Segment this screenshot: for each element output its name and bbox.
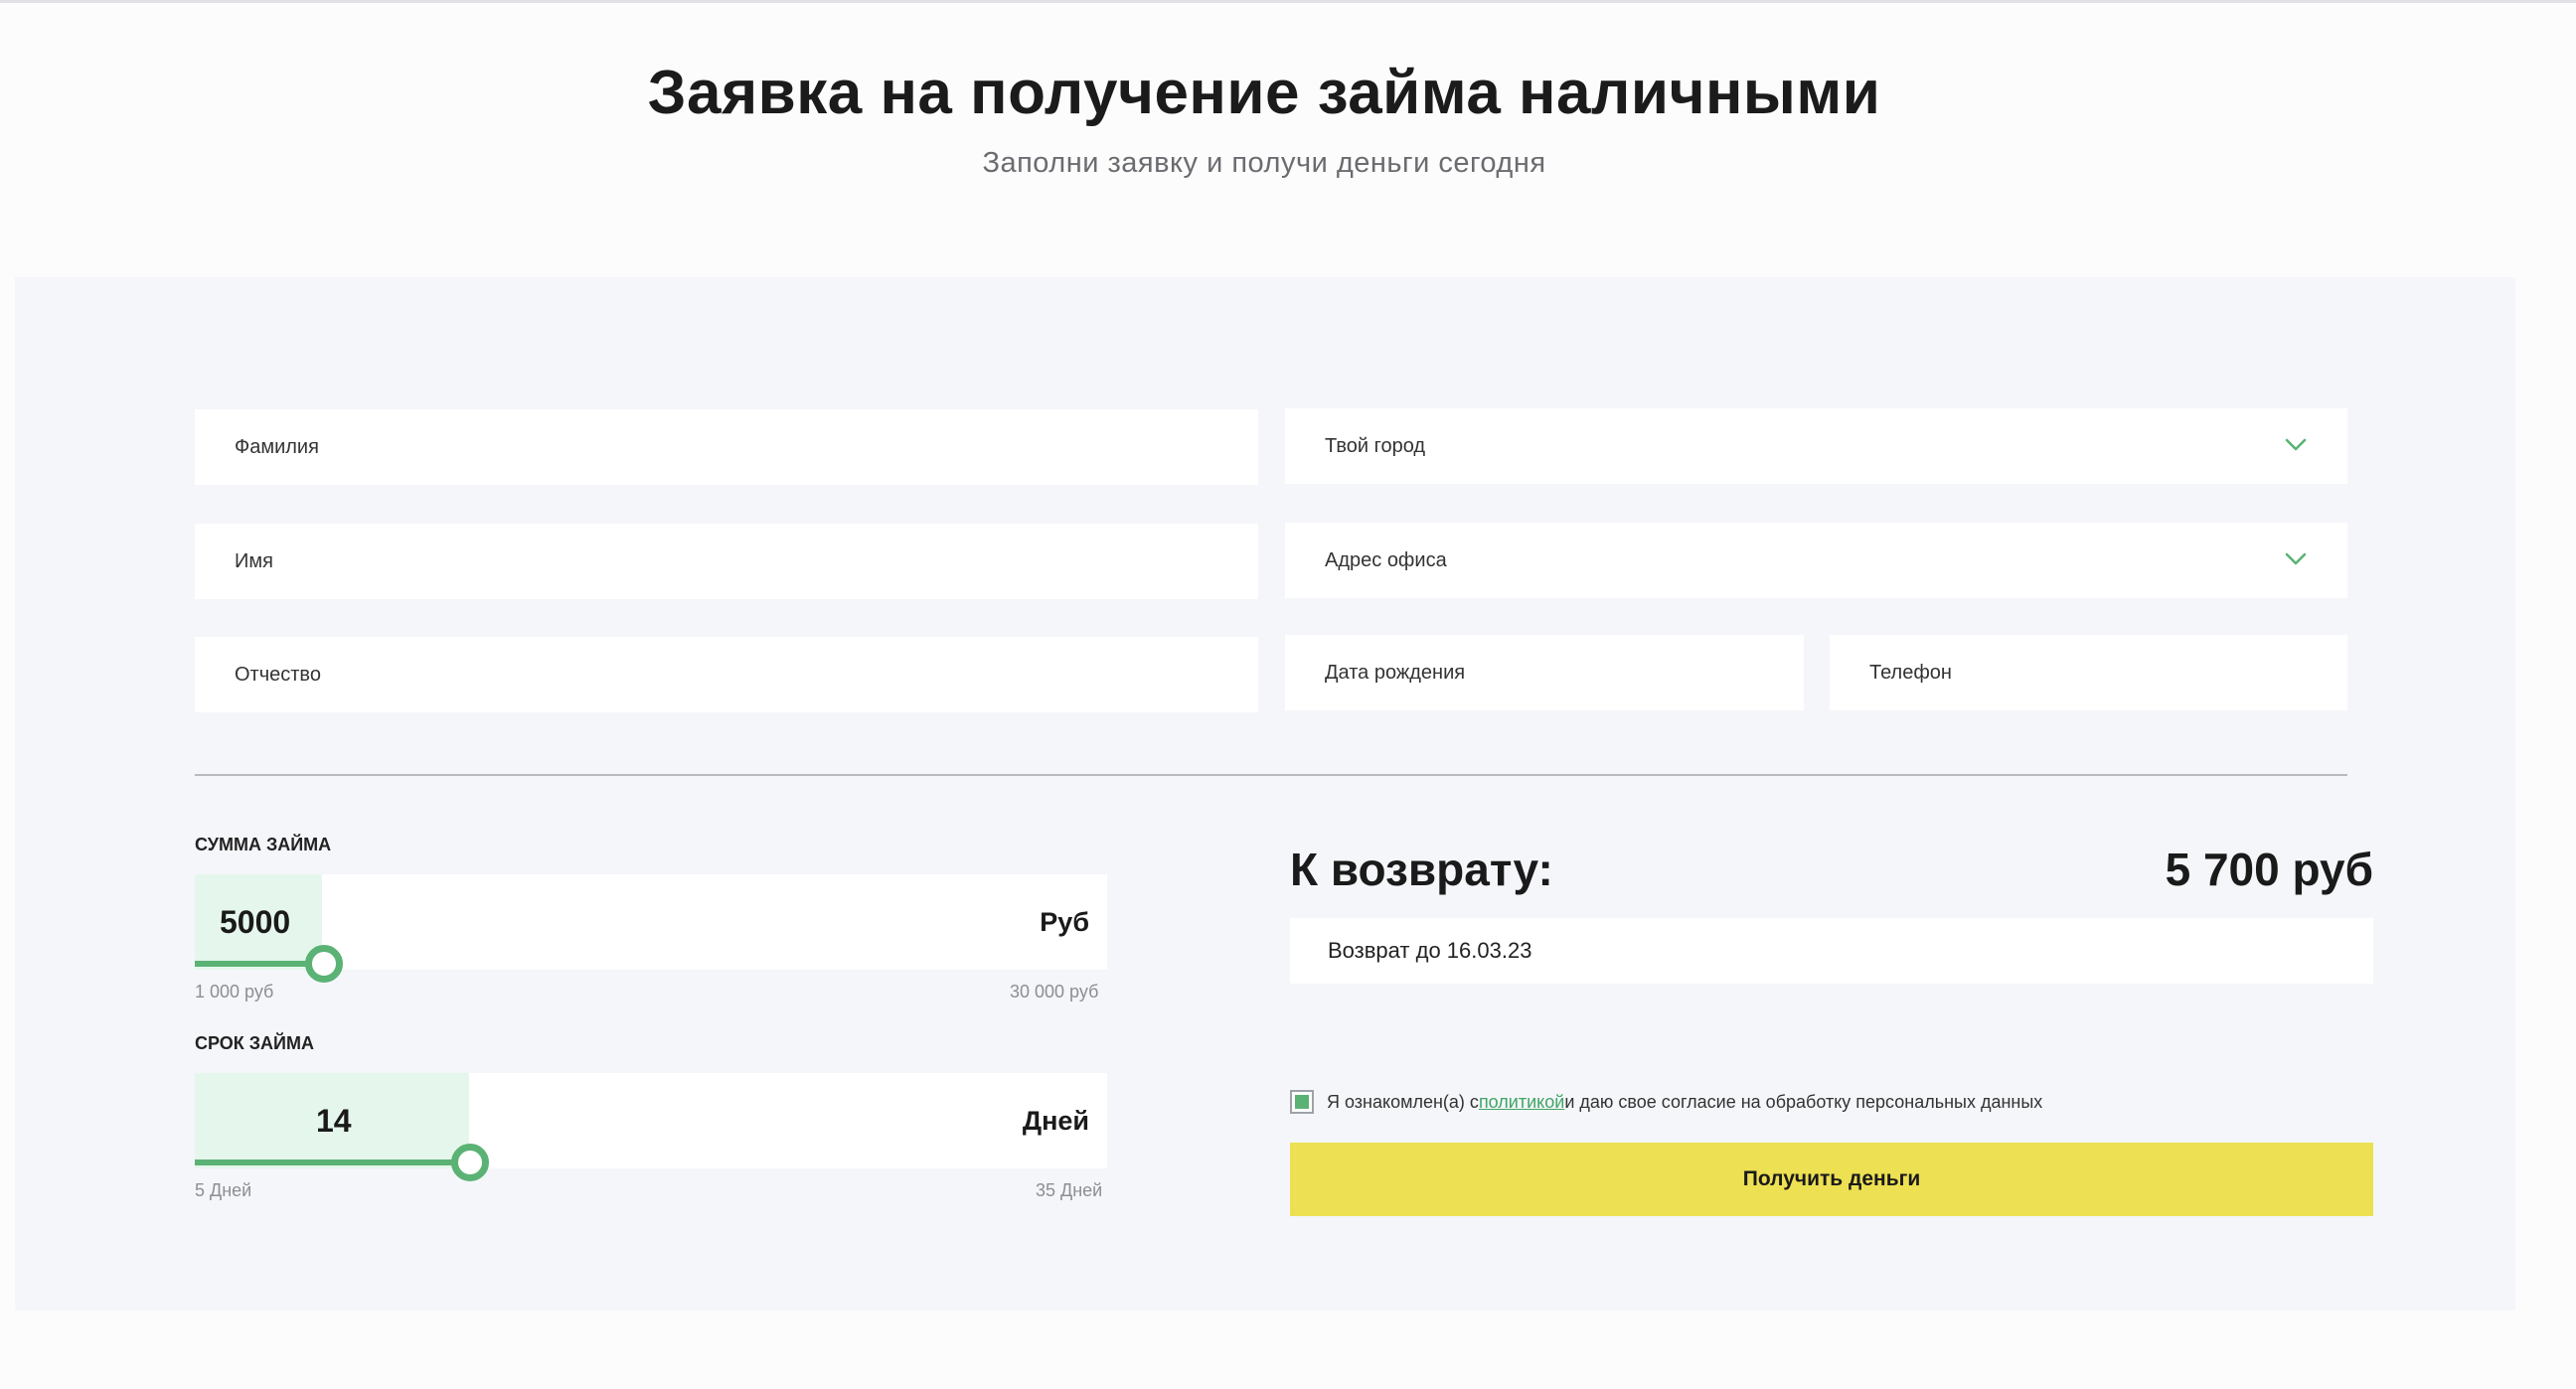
loan-term-handle[interactable] — [451, 1144, 489, 1181]
loan-amount-label: СУММА ЗАЙМА — [195, 835, 332, 854]
city-placeholder: Твой город — [1325, 434, 1426, 457]
loan-amount-unit: Руб — [1040, 907, 1089, 937]
return-date-text: Возврат до 16.03.23 — [1328, 938, 1532, 963]
consent-text-before: Я ознакомлен(а) с — [1327, 1091, 1479, 1112]
return-title: К возврату: — [1290, 844, 1553, 895]
consent-row: Я ознакомлен(а) с политикой и даю свое с… — [1290, 1090, 2042, 1114]
loan-amount-value: 5000 — [220, 904, 291, 940]
policy-link[interactable]: политикой — [1479, 1092, 1564, 1113]
chevron-down-icon — [2285, 552, 2307, 565]
office-address-placeholder: Адрес офиса — [1325, 548, 1447, 571]
loan-amount-min: 1 000 руб — [195, 982, 274, 1002]
birthdate-input[interactable]: Дата рождения — [1285, 635, 1804, 710]
loan-term-max: 35 Дней — [1036, 1180, 1103, 1200]
top-border — [0, 0, 2576, 3]
city-select[interactable]: Твой город — [1285, 408, 2347, 484]
return-date-box: Возврат до 16.03.23 — [1290, 918, 2373, 984]
consent-text-after: и даю свое согласие на обработку персона… — [1564, 1091, 2043, 1112]
page-title: Заявка на получение займа наличными — [647, 59, 1881, 127]
loan-term-value: 14 — [316, 1103, 352, 1139]
birthdate-placeholder: Дата рождения — [1325, 661, 1466, 684]
phone-input[interactable]: Телефон — [1830, 635, 2347, 710]
lastname-input[interactable]: Фамилия — [195, 409, 1258, 485]
lastname-placeholder: Фамилия — [235, 435, 319, 458]
section-divider — [195, 774, 2347, 776]
loan-amount-handle[interactable] — [305, 945, 343, 983]
get-money-button[interactable]: Получить деньги — [1290, 1143, 2373, 1216]
firstname-placeholder: Имя — [235, 549, 273, 572]
loan-term-label: СРОК ЗАЙМА — [195, 1033, 314, 1053]
loan-term-unit: Дней — [1022, 1106, 1089, 1136]
chevron-down-icon — [2285, 438, 2307, 451]
patronymic-placeholder: Отчество — [235, 663, 321, 686]
firstname-input[interactable]: Имя — [195, 524, 1258, 599]
loan-amount-max: 30 000 руб — [1010, 982, 1099, 1002]
phone-placeholder: Телефон — [1869, 661, 1952, 684]
page-subtitle: Заполни заявку и получи деньги сегодня — [982, 147, 1546, 179]
loan-term-track — [195, 1159, 471, 1165]
loan-term-slider[interactable]: 14 Дней — [195, 1073, 1107, 1168]
consent-checkbox[interactable] — [1290, 1090, 1314, 1114]
loan-amount-track — [195, 961, 322, 967]
checkbox-check-icon — [1295, 1095, 1309, 1109]
loan-term-min: 5 Дней — [195, 1180, 252, 1200]
patronymic-input[interactable]: Отчество — [195, 637, 1258, 712]
return-amount: 5 700 руб — [2165, 844, 2373, 895]
office-address-select[interactable]: Адрес офиса — [1285, 523, 2347, 598]
